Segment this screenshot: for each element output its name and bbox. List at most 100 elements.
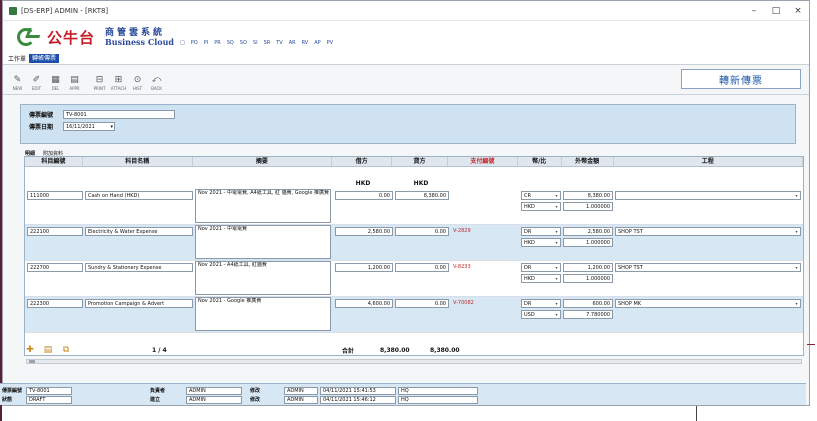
col-dc-cur[interactable]: 幣/比: [518, 157, 562, 166]
chevron-down-icon[interactable]: ▾: [553, 311, 560, 318]
quick-link[interactable]: RV: [302, 40, 309, 46]
module-tab-work-order[interactable]: 工作單: [5, 54, 29, 63]
quick-link[interactable]: AR: [289, 40, 296, 46]
chevron-down-icon[interactable]: ▾: [553, 239, 560, 246]
quick-link[interactable]: PO: [191, 40, 198, 46]
col-description[interactable]: 摘要: [193, 157, 333, 166]
fx-amount-field[interactable]: 600.00: [563, 299, 613, 308]
acct-no-field[interactable]: 222300: [27, 299, 83, 308]
fx-amount-field[interactable]: 8,380.00: [563, 191, 613, 200]
chevron-down-icon[interactable]: ▾: [553, 264, 560, 271]
description-field[interactable]: Nov 2021 - 中電電費: [195, 225, 331, 259]
table-row[interactable]: 222100 Electricity & Water Expense Nov 2…: [25, 225, 803, 261]
doc-no-field[interactable]: TV-8001: [63, 110, 175, 119]
add-row-icon[interactable]: ✚: [24, 344, 36, 356]
rate-field[interactable]: 1.000000: [563, 202, 613, 211]
currency-select[interactable]: HKD ▾: [521, 202, 561, 211]
currency-select[interactable]: HKD ▾: [521, 274, 561, 283]
description-field[interactable]: Nov 2021 - Google 推廣費: [195, 297, 331, 331]
chevron-down-icon[interactable]: ▾: [793, 300, 800, 307]
description-field[interactable]: Nov 2021 - A4紙工具, 紅貓費: [195, 261, 331, 295]
credit-field[interactable]: 0.00: [395, 227, 449, 236]
acct-name-field[interactable]: Cash on Hand (HKD): [85, 191, 193, 200]
attach-button[interactable]: ⊞ ATTACH: [110, 75, 127, 91]
scrollbar-thumb[interactable]: [29, 360, 35, 363]
approve-button[interactable]: ▤ APPR: [66, 75, 83, 91]
col-debit[interactable]: 借方: [332, 157, 393, 166]
quick-link[interactable]: PV: [327, 40, 333, 46]
quick-link[interactable]: SQ: [227, 40, 234, 46]
fx-amount-field[interactable]: 2,580.00: [563, 227, 613, 236]
currency-select[interactable]: USD ▾: [521, 310, 561, 319]
maximize-button[interactable]: □: [765, 6, 787, 16]
chevron-down-icon[interactable]: ▾: [553, 192, 560, 199]
quick-link[interactable]: □: [180, 40, 185, 46]
acct-name-field[interactable]: Sundry & Stationery Expense: [85, 263, 193, 272]
debit-field[interactable]: 2,580.00: [335, 227, 393, 236]
description-field[interactable]: Nov 2021 - 中電電費, A4紙工具, 紅 貓費, Google 推廣費: [195, 189, 331, 223]
project-select[interactable]: ▾: [615, 191, 801, 200]
quick-link[interactable]: SI: [253, 40, 258, 46]
debit-field[interactable]: 0.00: [335, 191, 393, 200]
chevron-down-icon[interactable]: ▾: [553, 203, 560, 210]
calendar-dropdown-icon[interactable]: ▾: [110, 123, 113, 130]
edit-button[interactable]: ✐ EDIT: [28, 75, 45, 91]
close-button[interactable]: ×: [787, 6, 809, 16]
credit-field[interactable]: 0.00: [395, 299, 449, 308]
col-project[interactable]: 工程: [614, 157, 803, 166]
debit-field[interactable]: 4,600.00: [335, 299, 393, 308]
dc-select[interactable]: DR ▾: [521, 263, 561, 272]
dc-select[interactable]: DR ▾: [521, 299, 561, 308]
chevron-down-icon[interactable]: ▾: [793, 192, 800, 199]
delete-button[interactable]: ▦ DEL: [47, 75, 64, 91]
chevron-down-icon[interactable]: ▾: [553, 275, 560, 282]
rate-field[interactable]: 1.000000: [563, 274, 613, 283]
credit-field[interactable]: 8,380.00: [395, 191, 449, 200]
module-tab-transfer-voucher[interactable]: 轉帳傳票: [29, 54, 60, 63]
debit-field[interactable]: 1,200.00: [335, 263, 393, 272]
col-credit[interactable]: 貸方: [392, 157, 448, 166]
chevron-down-icon[interactable]: ▾: [553, 300, 560, 307]
dc-select[interactable]: CR ▾: [521, 191, 561, 200]
rate-field[interactable]: 7.780000: [563, 310, 613, 319]
col-pay-no[interactable]: 支付編號: [448, 157, 518, 166]
delete-row-icon[interactable]: ▤: [42, 344, 54, 356]
acct-no-field[interactable]: 111000: [27, 191, 83, 200]
quick-link[interactable]: TV: [276, 40, 282, 46]
table-row[interactable]: 222700 Sundry & Stationery Expense Nov 2…: [25, 261, 803, 297]
credit-field[interactable]: 0.00: [395, 263, 449, 272]
col-fx-amount[interactable]: 外幣金額: [562, 157, 614, 166]
chevron-down-icon[interactable]: ▾: [793, 228, 800, 235]
fx-amount-field[interactable]: 1,200.00: [563, 263, 613, 272]
table-row[interactable]: 222300 Promotion Campaign & Advert Nov 2…: [25, 297, 803, 333]
acct-name-field[interactable]: Promotion Campaign & Advert: [85, 299, 193, 308]
history-button[interactable]: ⊙ HIST: [129, 75, 146, 91]
project-select[interactable]: SHOP TST ▾: [615, 227, 801, 236]
dc-select[interactable]: DR ▾: [521, 227, 561, 236]
chevron-down-icon[interactable]: ▾: [793, 264, 800, 271]
chevron-down-icon[interactable]: ▾: [553, 228, 560, 235]
quick-link[interactable]: AP: [314, 40, 320, 46]
new-voucher-button[interactable]: 轉新傳票: [681, 69, 801, 89]
acct-no-field[interactable]: 222700: [27, 263, 83, 272]
col-acct-name[interactable]: 科目名稱: [83, 157, 193, 166]
quick-link[interactable]: PI: [204, 40, 209, 46]
project-select[interactable]: SHOP TST ▾: [615, 263, 801, 272]
quick-link[interactable]: SO: [240, 40, 247, 46]
project-select[interactable]: SHOP MK ▾: [615, 299, 801, 308]
print-button[interactable]: ⊟ PRINT: [91, 75, 108, 91]
new-button[interactable]: ✎ NEW: [9, 75, 26, 91]
quick-link[interactable]: PR: [214, 40, 221, 46]
table-row[interactable]: 111000 Cash on Hand (HKD) Nov 2021 - 中電電…: [25, 189, 803, 225]
doc-date-field[interactable]: 16/11/2021 ▾: [63, 122, 115, 131]
horizontal-scrollbar[interactable]: [26, 359, 802, 364]
minimize-button[interactable]: –: [743, 6, 765, 16]
acct-name-field[interactable]: Electricity & Water Expense: [85, 227, 193, 236]
currency-select[interactable]: HKD ▾: [521, 238, 561, 247]
quick-link[interactable]: SR: [264, 40, 271, 46]
rate-field[interactable]: 1.000000: [563, 238, 613, 247]
col-acct-no[interactable]: 科目編號: [25, 157, 83, 166]
back-button[interactable]: ⤺ BACK: [148, 75, 165, 91]
acct-no-field[interactable]: 222100: [27, 227, 83, 236]
copy-row-icon[interactable]: ⧉: [60, 344, 72, 356]
